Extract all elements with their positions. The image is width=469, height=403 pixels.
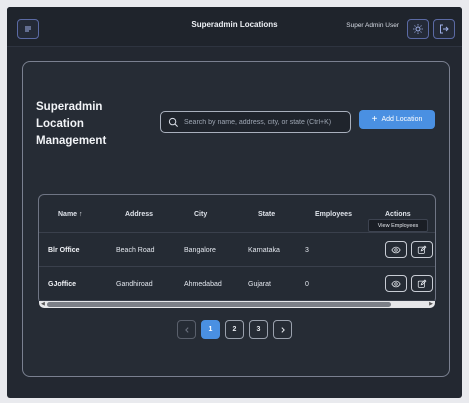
page-button-3[interactable]: 3 (249, 320, 268, 339)
column-header-address[interactable]: Address (125, 211, 153, 218)
scroll-left-icon[interactable]: ◀ (41, 301, 45, 308)
pagination: 1 2 3 (177, 320, 292, 340)
scrollbar-thumb[interactable] (47, 302, 391, 307)
search-box[interactable] (160, 111, 351, 133)
add-location-label: Add Location (381, 116, 423, 123)
eye-icon (391, 280, 401, 287)
page-button-1[interactable]: 1 (201, 320, 220, 339)
locations-table: Name ↑ Address City State Employees Acti… (38, 194, 436, 308)
table-row: Blr Office Beach Road Bangalore Karnatak… (39, 233, 435, 267)
locations-card: Superadmin Location Management + Add Loc… (22, 61, 450, 377)
edit-icon (417, 279, 427, 288)
view-employees-tooltip: View Employees (368, 219, 428, 232)
edit-icon (417, 245, 427, 254)
cell-employees: 3 (305, 247, 309, 254)
user-name: Super Admin User (346, 22, 399, 29)
logout-button[interactable] (433, 19, 455, 39)
previous-page-button[interactable] (177, 320, 196, 339)
search-input[interactable] (184, 118, 350, 126)
top-bar: Superadmin Locations Super Admin User (7, 7, 462, 47)
column-header-employees[interactable]: Employees (315, 211, 352, 218)
column-header-state[interactable]: State (258, 211, 275, 218)
next-page-button[interactable] (273, 320, 292, 339)
chevron-right-icon (280, 326, 285, 333)
cell-address: Beach Road (116, 247, 155, 254)
view-employees-button[interactable] (385, 275, 407, 292)
app-window: Superadmin Locations Super Admin User Su… (7, 7, 462, 398)
edit-location-button[interactable] (411, 241, 433, 258)
cell-address: Gandhiroad (116, 281, 153, 288)
cell-employees: 0 (305, 281, 309, 288)
sun-icon (413, 24, 423, 34)
section-heading: Superadmin Location Management (36, 101, 107, 147)
page-button-2[interactable]: 2 (225, 320, 244, 339)
column-header-actions: Actions (385, 211, 411, 218)
chevron-left-icon (184, 326, 189, 333)
theme-toggle-button[interactable] (407, 19, 429, 39)
view-employees-button[interactable] (385, 241, 407, 258)
cell-state: Gujarat (248, 281, 271, 288)
search-icon (168, 117, 178, 127)
column-header-city[interactable]: City (194, 211, 207, 218)
column-header-name[interactable]: Name ↑ (58, 211, 83, 218)
cell-state: Karnataka (248, 247, 280, 254)
eye-icon (391, 246, 401, 253)
logout-icon (440, 24, 449, 34)
add-location-button[interactable]: + Add Location (359, 110, 435, 129)
cell-city: Bangalore (184, 247, 216, 254)
cell-name: Blr Office (48, 247, 80, 254)
table-row: GJoffice Gandhiroad Ahmedabad Gujarat 0 (39, 267, 435, 301)
edit-location-button[interactable] (411, 275, 433, 292)
horizontal-scrollbar[interactable]: ◀ ▶ (39, 301, 435, 308)
cell-city: Ahmedabad (184, 281, 222, 288)
plus-icon: + (371, 113, 378, 125)
cell-name: GJoffice (48, 281, 77, 288)
scroll-right-icon[interactable]: ▶ (429, 301, 433, 308)
